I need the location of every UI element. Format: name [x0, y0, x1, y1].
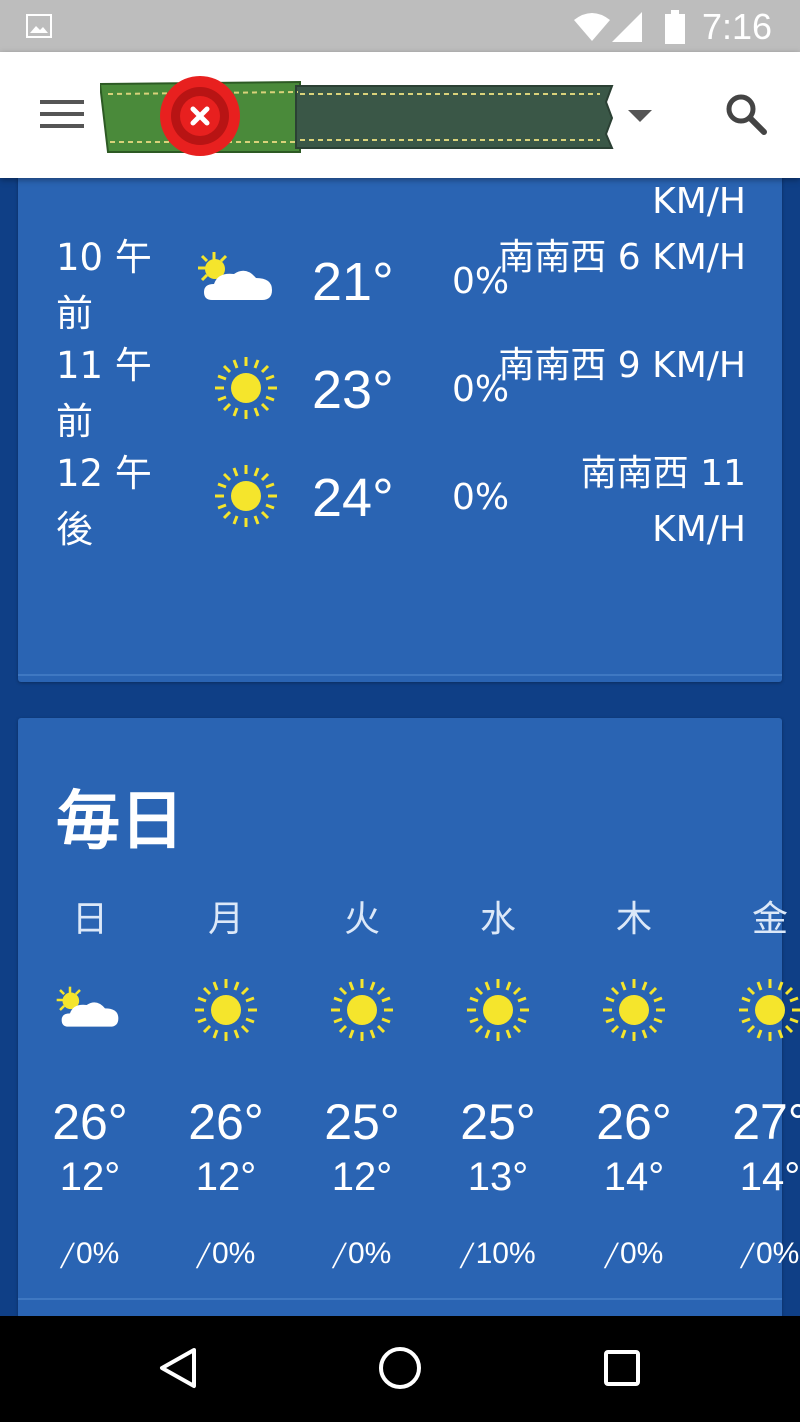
hour-wind: 南南西 6 KM/H	[498, 237, 746, 278]
hourly-row: 10 午前 21° 0% 南南西 6 KM/H	[18, 230, 782, 338]
day-precipitation: ╱0%	[196, 1237, 256, 1270]
day-high: 26°	[188, 1094, 264, 1150]
recents-icon[interactable]	[604, 1350, 640, 1386]
battery-icon	[665, 10, 685, 44]
hourly-row: 11 午前 23° 0% 南南西 9 KM/H	[18, 338, 782, 446]
day-precipitation: ╱0%	[604, 1237, 664, 1270]
day-low: 12°	[195, 1155, 257, 1199]
day-low: 12°	[59, 1155, 121, 1199]
hour-temperature: 24°	[312, 468, 394, 528]
home-icon[interactable]	[378, 1346, 422, 1390]
hour-temperature: 23°	[312, 360, 394, 420]
hour-wind-partial: KM/H	[652, 181, 746, 222]
navigation-bar	[0, 1316, 800, 1422]
image-notification-icon	[26, 14, 52, 38]
day-name: 日	[71, 899, 108, 940]
search-icon[interactable]	[724, 92, 768, 136]
day-low: 12°	[331, 1155, 393, 1199]
partly-cloudy-icon	[198, 252, 272, 300]
weather-content[interactable]: KM/H 10 午前 21° 0% 南南西 6 KM/H 11 午前 23° 0…	[0, 178, 800, 1316]
app-bar	[0, 52, 800, 178]
day-low: 14°	[603, 1155, 665, 1199]
day-name: 月	[207, 899, 244, 940]
day-column[interactable]: 水 25° 13° ╱10%	[430, 898, 566, 1276]
day-low: 13°	[467, 1155, 529, 1199]
day-high: 25°	[460, 1094, 536, 1150]
hourly-forecast-card: KM/H 10 午前 21° 0% 南南西 6 KM/H 11 午前 23° 0…	[18, 178, 782, 760]
day-column[interactable]: 火 25° 12° ╱0%	[294, 898, 430, 1276]
day-high: 25°	[324, 1094, 400, 1150]
raindrop-icon: ╱	[460, 1243, 474, 1268]
status-bar: 7:16	[0, 0, 800, 52]
day-precipitation: ╱0%	[60, 1237, 120, 1270]
sunny-icon	[467, 979, 529, 1041]
hour-time: 11 午前	[56, 344, 152, 443]
wifi-icon	[574, 13, 610, 41]
google-doodle-logo[interactable]	[100, 74, 616, 160]
raindrop-icon: ╱	[740, 1243, 754, 1268]
sunny-icon	[215, 357, 277, 419]
day-precipitation: ╱0%	[740, 1237, 800, 1270]
day-name: 金	[751, 899, 788, 940]
raindrop-icon: ╱	[196, 1243, 210, 1268]
hourly-row-partial: KM/H	[18, 178, 782, 226]
day-high: 26°	[596, 1094, 672, 1150]
sunny-icon	[603, 979, 665, 1041]
back-icon[interactable]	[158, 1346, 198, 1390]
dropdown-arrow-icon[interactable]	[628, 110, 652, 124]
sunny-icon	[195, 979, 257, 1041]
sunny-icon	[215, 465, 277, 527]
day-precipitation: ╱10%	[460, 1237, 536, 1270]
cellular-signal-icon	[612, 12, 642, 42]
menu-icon[interactable]	[40, 98, 84, 130]
day-name: 木	[615, 899, 652, 940]
hourly-row: 12 午後 24° 0% 南南西 11 KM/H	[18, 446, 782, 554]
hour-wind: 南南西 9 KM/H	[498, 345, 746, 386]
day-column[interactable]: 木 26° 14° ╱0%	[566, 898, 702, 1276]
raindrop-icon: ╱	[60, 1243, 74, 1268]
daily-title: 毎日	[56, 785, 184, 859]
card-divider	[18, 674, 782, 676]
card-divider	[18, 1298, 782, 1300]
day-low: 14°	[739, 1155, 800, 1199]
raindrop-icon: ╱	[332, 1243, 346, 1268]
day-column[interactable]: 月 26° 12° ╱0%	[158, 898, 294, 1276]
hour-time: 10 午前	[56, 236, 152, 335]
day-column[interactable]: 金 27° 14° ╱0%	[702, 898, 800, 1276]
partly-cloudy-icon	[56, 986, 119, 1027]
raindrop-icon: ╱	[604, 1243, 618, 1268]
hour-time: 12 午後	[56, 452, 152, 551]
hour-temperature: 21°	[312, 252, 394, 312]
daily-forecast-card: 毎日 日 26° 12° ╱0% 月 26° 12° ╱0% 火 25° 12°…	[18, 718, 800, 1316]
day-column[interactable]: 日 26° 12° ╱0%	[22, 898, 158, 1276]
status-time: 7:16	[702, 6, 773, 47]
day-high: 27°	[732, 1094, 800, 1150]
day-name: 水	[479, 899, 516, 940]
day-precipitation: ╱0%	[332, 1237, 392, 1270]
sunny-icon	[739, 979, 800, 1041]
day-name: 火	[343, 899, 380, 940]
day-high: 26°	[52, 1094, 128, 1150]
hour-wind: 南南西 11 KM/H	[580, 453, 746, 550]
sunny-icon	[331, 979, 393, 1041]
